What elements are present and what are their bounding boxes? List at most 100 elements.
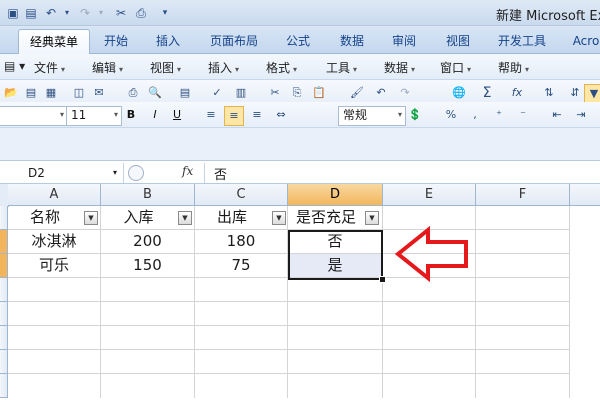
customize-toolbar-icon[interactable]: ▾: [156, 4, 174, 22]
empty-cell[interactable]: [288, 350, 383, 374]
empty-cell[interactable]: [195, 302, 288, 326]
tab-insert[interactable]: 插入: [148, 29, 188, 53]
empty-cell[interactable]: [8, 278, 101, 302]
menu-tools[interactable]: 工具 ▾: [326, 59, 357, 76]
print-icon[interactable]: ⎙: [132, 4, 150, 22]
empty-cell[interactable]: [195, 350, 288, 374]
menu-format[interactable]: 格式 ▾: [266, 59, 297, 76]
empty-cell[interactable]: [101, 278, 195, 302]
empty-cell[interactable]: [288, 302, 383, 326]
empty-cell[interactable]: [8, 374, 101, 398]
sort-descending-icon[interactable]: ⇵: [566, 84, 584, 102]
tab-home[interactable]: 开始: [96, 29, 136, 53]
empty-cell[interactable]: [101, 350, 195, 374]
permission-icon[interactable]: ▦: [42, 84, 60, 102]
empty-cell[interactable]: [476, 206, 570, 230]
menu-edit[interactable]: 编辑 ▾: [92, 59, 123, 76]
filter-dropdown-icon[interactable]: ▼: [84, 211, 98, 225]
selected-cell[interactable]: 是: [288, 254, 383, 278]
filter-dropdown-icon[interactable]: ▼: [272, 211, 286, 225]
pdf-icon[interactable]: ◫: [70, 84, 88, 102]
name-box[interactable]: D2 ▾: [0, 163, 124, 183]
column-header-g[interactable]: [570, 184, 600, 206]
save-icon[interactable]: ▤: [22, 84, 40, 102]
comma-button[interactable]: ,: [466, 106, 484, 124]
table-cell[interactable]: 150: [101, 254, 195, 278]
column-header-c[interactable]: C: [195, 184, 288, 206]
redo-dropdown-icon[interactable]: ▾: [92, 4, 110, 22]
open-icon[interactable]: 📂: [2, 84, 20, 102]
email-icon[interactable]: ✉: [90, 84, 108, 102]
align-right-icon[interactable]: ≡: [248, 106, 266, 124]
empty-cell[interactable]: [476, 278, 570, 302]
tab-data[interactable]: 数据: [332, 29, 372, 53]
empty-cell[interactable]: [476, 374, 570, 398]
formula-content[interactable]: 否: [214, 164, 227, 183]
empty-cell[interactable]: [288, 374, 383, 398]
align-left-icon[interactable]: ≡: [202, 106, 220, 124]
empty-cell[interactable]: [101, 326, 195, 350]
hyperlink-icon[interactable]: 🌐: [450, 84, 468, 102]
font-name-dropdown[interactable]: ▾: [0, 106, 68, 126]
tab-view[interactable]: 视图: [438, 29, 478, 53]
column-header-e[interactable]: E: [383, 184, 476, 206]
decrease-indent-icon[interactable]: ⇤: [548, 106, 566, 124]
print-preview-icon[interactable]: 🔍: [146, 84, 164, 102]
copy-icon[interactable]: ⎘: [288, 84, 306, 102]
tab-acrobat[interactable]: Acro: [566, 29, 600, 53]
tab-page-layout[interactable]: 页面布局: [204, 29, 264, 53]
italic-button[interactable]: I: [146, 106, 164, 124]
redo-icon[interactable]: ↷: [396, 84, 414, 102]
empty-cell[interactable]: [383, 374, 476, 398]
sort-ascending-icon[interactable]: ⇅: [540, 84, 558, 102]
tab-review[interactable]: 审阅: [384, 29, 424, 53]
empty-cell[interactable]: [195, 374, 288, 398]
empty-cell[interactable]: [101, 302, 195, 326]
empty-cell[interactable]: [288, 278, 383, 302]
table-cell[interactable]: 75: [195, 254, 288, 278]
row-header-7[interactable]: [0, 350, 8, 374]
save-icon[interactable]: ▤: [22, 4, 40, 22]
menu-icon[interactable]: ▤ ▾: [4, 59, 25, 73]
empty-cell[interactable]: [383, 302, 476, 326]
row-header-1[interactable]: [0, 206, 8, 230]
increase-indent-icon[interactable]: ⇥: [572, 106, 590, 124]
bold-button[interactable]: B: [122, 106, 140, 124]
empty-cell[interactable]: [288, 326, 383, 350]
empty-cell[interactable]: [8, 302, 101, 326]
row-header-2[interactable]: [0, 230, 8, 254]
empty-cell[interactable]: [101, 374, 195, 398]
font-size-dropdown[interactable]: 11 ▾: [66, 106, 122, 126]
row-header-4[interactable]: [0, 278, 8, 302]
underline-button[interactable]: U: [168, 106, 186, 124]
menu-file[interactable]: 文件 ▾: [34, 59, 65, 76]
row-header-8[interactable]: [0, 374, 8, 398]
empty-cell[interactable]: [476, 326, 570, 350]
research-book-icon[interactable]: ▥: [232, 84, 250, 102]
percent-button[interactable]: %: [442, 106, 460, 124]
increase-decimal-icon[interactable]: ⁺: [490, 106, 508, 124]
app-icon[interactable]: ▣: [4, 4, 22, 22]
empty-cell[interactable]: [476, 350, 570, 374]
empty-cell[interactable]: [383, 350, 476, 374]
spelling-icon[interactable]: ✓: [208, 84, 226, 102]
currency-icon[interactable]: 💲: [406, 106, 424, 124]
number-format-dropdown[interactable]: 常规 ▾: [338, 106, 406, 126]
research-icon[interactable]: ▤: [176, 84, 194, 102]
column-header-a[interactable]: A: [8, 184, 101, 206]
tab-classic-menu[interactable]: 经典菜单: [18, 29, 90, 54]
column-header-f[interactable]: F: [476, 184, 570, 206]
undo-icon[interactable]: ↶: [372, 84, 390, 102]
format-painter-icon[interactable]: ✂: [112, 4, 130, 22]
table-cell[interactable]: 200: [101, 230, 195, 254]
tab-developer[interactable]: 开发工具: [492, 29, 552, 53]
empty-cell[interactable]: [195, 326, 288, 350]
filter-icon[interactable]: ▼: [584, 84, 600, 104]
empty-cell[interactable]: [195, 278, 288, 302]
decrease-decimal-icon[interactable]: ⁻: [514, 106, 532, 124]
paste-icon[interactable]: 📋: [310, 84, 328, 102]
empty-cell[interactable]: [383, 326, 476, 350]
fill-handle[interactable]: [379, 276, 386, 283]
column-header-d[interactable]: D: [288, 184, 383, 206]
filter-dropdown-icon[interactable]: ▼: [178, 211, 192, 225]
